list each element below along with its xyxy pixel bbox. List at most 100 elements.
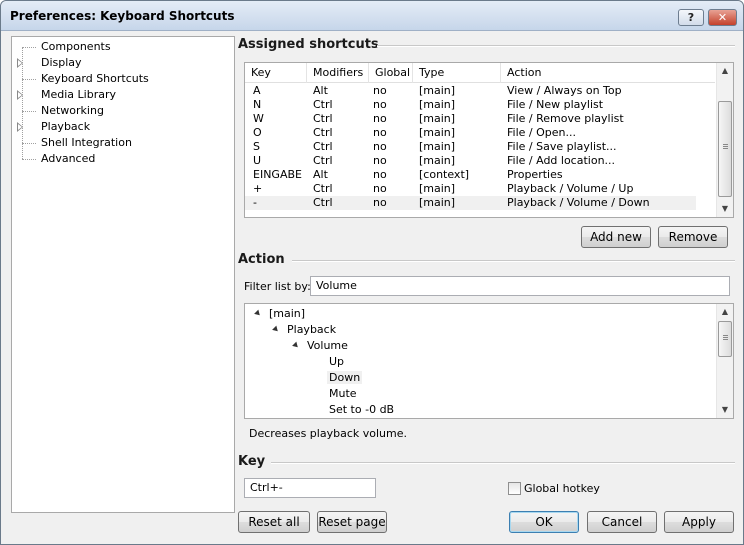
action-tree-label: [main] bbox=[269, 307, 306, 320]
sidebar-item-advanced[interactable]: Advanced bbox=[12, 151, 232, 167]
shortcuts-list[interactable]: Key Modifiers Global Type Action A Alt no [… bbox=[244, 62, 734, 218]
table-cell: Playback / Volume / Down bbox=[507, 196, 650, 209]
sidebar-item-label: Networking bbox=[41, 104, 104, 117]
sidebar-item-playback[interactable]: Playback bbox=[12, 119, 232, 135]
table-cell: Ctrl bbox=[313, 140, 333, 153]
collapse-arrow-icon[interactable] bbox=[272, 325, 280, 334]
preferences-window: Preferences: Keyboard Shortcuts ? ✕ Comp… bbox=[0, 0, 744, 545]
cancel-button[interactable]: Cancel bbox=[587, 511, 657, 533]
table-cell: O bbox=[253, 126, 262, 139]
tree-connector bbox=[22, 79, 36, 80]
tree-connector bbox=[22, 159, 36, 160]
shortcuts-list-scrollbar[interactable]: ▲ ▼ bbox=[716, 63, 733, 217]
column-header-type[interactable]: Type bbox=[413, 63, 501, 83]
action-tree-label: Down bbox=[327, 371, 363, 384]
global-hotkey-checkbox[interactable] bbox=[508, 482, 521, 495]
action-tree-item[interactable]: Down bbox=[327, 370, 363, 386]
expand-arrow-icon[interactable] bbox=[17, 58, 23, 68]
table-cell: [main] bbox=[419, 98, 456, 111]
key-input[interactable]: Ctrl+- bbox=[244, 478, 376, 498]
remove-button[interactable]: Remove bbox=[658, 226, 728, 248]
table-row[interactable]: A Alt no [main] View / Always on Top bbox=[245, 84, 696, 98]
table-row[interactable]: EINGABE Alt no [context] Properties bbox=[245, 168, 696, 182]
table-cell: no bbox=[373, 154, 387, 167]
tree-connector bbox=[22, 47, 36, 48]
table-cell: Ctrl bbox=[313, 112, 333, 125]
table-cell: Ctrl bbox=[313, 126, 333, 139]
scroll-down-arrow-icon[interactable]: ▼ bbox=[717, 201, 733, 217]
apply-button[interactable]: Apply bbox=[664, 511, 734, 533]
table-cell: File / Open... bbox=[507, 126, 576, 139]
close-button[interactable]: ✕ bbox=[708, 9, 737, 26]
table-cell: [context] bbox=[419, 168, 470, 181]
action-tree-item[interactable]: Playback bbox=[272, 322, 338, 338]
scroll-down-arrow-icon[interactable]: ▼ bbox=[717, 402, 733, 418]
sidebar-item-label: Advanced bbox=[41, 152, 96, 165]
scroll-thumb[interactable] bbox=[718, 101, 732, 197]
table-cell: [main] bbox=[419, 112, 456, 125]
table-row[interactable]: N Ctrl no [main] File / New playlist bbox=[245, 98, 696, 112]
sidebar-item-networking[interactable]: Networking bbox=[12, 103, 232, 119]
sidebar-item-shell-integration[interactable]: Shell Integration bbox=[12, 135, 232, 151]
action-tree[interactable]: [main] Playback Volume Up Down Mute Set to -0 … bbox=[244, 303, 734, 419]
column-header-action[interactable]: Action bbox=[501, 63, 715, 83]
table-cell: N bbox=[253, 98, 262, 111]
table-row[interactable]: - Ctrl no [main] Playback / Volume / Down bbox=[245, 196, 696, 210]
table-row[interactable]: W Ctrl no [main] File / Remove playlist bbox=[245, 112, 696, 126]
table-cell: Properties bbox=[507, 168, 563, 181]
table-cell: View / Always on Top bbox=[507, 84, 622, 97]
table-cell: no bbox=[373, 98, 387, 111]
filter-input[interactable]: Volume bbox=[310, 276, 730, 296]
collapse-arrow-icon[interactable] bbox=[292, 341, 300, 350]
ok-button[interactable]: OK bbox=[509, 511, 579, 533]
table-cell: A bbox=[253, 84, 261, 97]
tree-connector bbox=[22, 111, 36, 112]
table-cell: [main] bbox=[419, 154, 456, 167]
scroll-up-arrow-icon[interactable]: ▲ bbox=[717, 63, 733, 79]
reset-page-button[interactable]: Reset page bbox=[317, 511, 387, 533]
table-row[interactable]: O Ctrl no [main] File / Open... bbox=[245, 126, 696, 140]
sidebar-item-keyboard-shortcuts[interactable]: Keyboard Shortcuts bbox=[12, 71, 232, 87]
table-cell: [main] bbox=[419, 140, 456, 153]
action-tree-item[interactable]: Up bbox=[327, 354, 346, 370]
column-header-key[interactable]: Key bbox=[245, 63, 307, 83]
action-tree-item[interactable]: [main] bbox=[254, 306, 307, 322]
sidebar-item-display[interactable]: Display bbox=[12, 55, 232, 71]
table-cell: no bbox=[373, 84, 387, 97]
scroll-thumb[interactable] bbox=[718, 321, 732, 357]
assigned-shortcuts-heading: Assigned shortcuts bbox=[238, 37, 379, 52]
add-new-button[interactable]: Add new bbox=[581, 226, 651, 248]
reset-all-button[interactable]: Reset all bbox=[238, 511, 310, 533]
table-cell: File / Remove playlist bbox=[507, 112, 624, 125]
table-cell: [main] bbox=[419, 182, 456, 195]
column-header-modifiers[interactable]: Modifiers bbox=[307, 63, 369, 83]
sidebar-item-label: Components bbox=[41, 40, 111, 53]
table-cell: Playback / Volume / Up bbox=[507, 182, 634, 195]
action-tree-item[interactable]: Set to -0 dB bbox=[327, 402, 396, 418]
table-row[interactable]: S Ctrl no [main] File / Save playlist... bbox=[245, 140, 696, 154]
sidebar-item-media-library[interactable]: Media Library bbox=[12, 87, 232, 103]
sidebar-item-components[interactable]: Components bbox=[12, 39, 232, 55]
column-header-global[interactable]: Global bbox=[369, 63, 413, 83]
action-tree-item[interactable]: Volume bbox=[292, 338, 350, 354]
help-button[interactable]: ? bbox=[678, 9, 704, 26]
scroll-up-arrow-icon[interactable]: ▲ bbox=[717, 304, 733, 320]
expand-arrow-icon[interactable] bbox=[17, 122, 23, 132]
filter-label: Filter list by: bbox=[244, 280, 311, 293]
table-cell: File / Save playlist... bbox=[507, 140, 617, 153]
table-cell: no bbox=[373, 196, 387, 209]
title-bar[interactable]: Preferences: Keyboard Shortcuts ? ✕ bbox=[1, 1, 743, 31]
action-tree-item[interactable]: Mute bbox=[327, 386, 359, 402]
table-cell: Ctrl bbox=[313, 182, 333, 195]
scroll-grip-icon bbox=[723, 335, 728, 340]
expand-arrow-icon[interactable] bbox=[17, 90, 23, 100]
shortcuts-list-header: Key Modifiers Global Type Action bbox=[245, 63, 715, 83]
action-heading: Action bbox=[238, 252, 285, 267]
table-row[interactable]: U Ctrl no [main] File / Add location... bbox=[245, 154, 696, 168]
collapse-arrow-icon[interactable] bbox=[254, 309, 262, 318]
scroll-grip-icon bbox=[723, 144, 728, 149]
table-row[interactable]: + Ctrl no [main] Playback / Volume / Up bbox=[245, 182, 696, 196]
action-tree-scrollbar[interactable]: ▲ ▼ bbox=[716, 304, 733, 418]
preferences-tree[interactable]: Components Display Keyboard Shortcuts Media… bbox=[11, 36, 235, 513]
global-hotkey-label[interactable]: Global hotkey bbox=[524, 482, 600, 495]
